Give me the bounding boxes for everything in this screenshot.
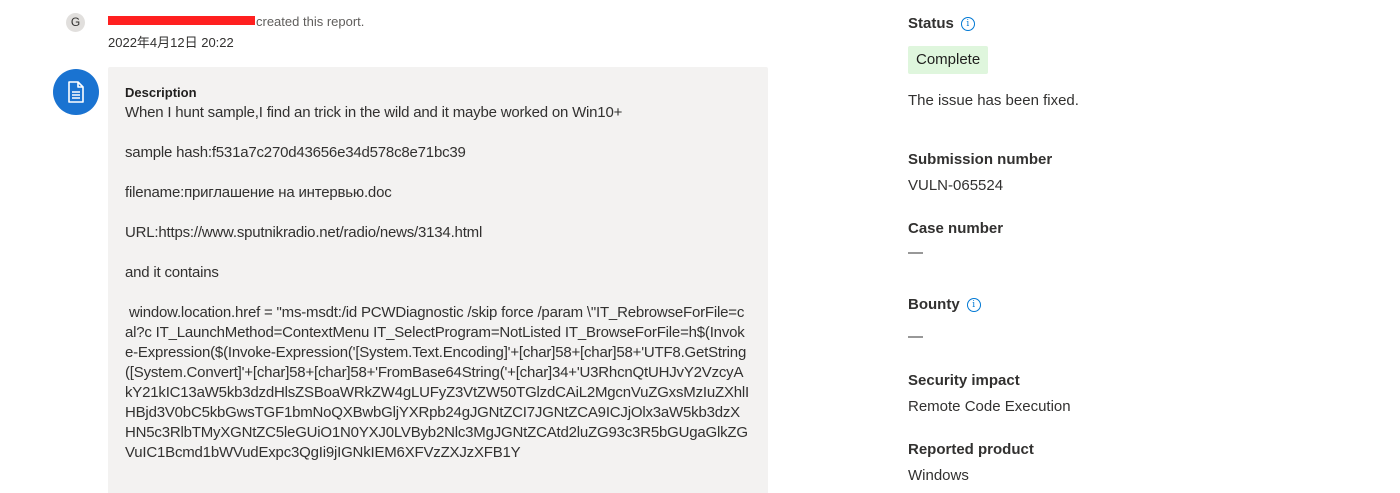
- description-body: When I hunt sample,I find an trick in th…: [125, 103, 750, 483]
- report-page: G created this report. 2022年4月12日 20:22 …: [0, 0, 1400, 493]
- description-paragraph: filename:приглашение на интервью.doc: [125, 184, 392, 201]
- description-title: Description: [125, 85, 197, 100]
- security-impact-label: Security impact: [908, 372, 1020, 389]
- status-label-text: Status: [908, 15, 954, 32]
- description-paragraph: sample hash:f531a7c270d43656e34d578c8e71…: [125, 144, 466, 161]
- bounty-value: —: [908, 328, 923, 345]
- info-icon[interactable]: i: [966, 297, 981, 312]
- description-card: Description When I hunt sample,I find an…: [108, 67, 768, 493]
- status-badge: Complete: [908, 46, 989, 74]
- status-label: Status i: [908, 15, 975, 32]
- status-description: The issue has been fixed.: [908, 92, 1079, 109]
- case-number-value: —: [908, 244, 923, 261]
- document-icon: [68, 81, 84, 103]
- description-code-snippet: window.location.href = "ms-msdt:/id PCWD…: [125, 304, 749, 461]
- description-paragraph: When I hunt sample,I find an trick in th…: [125, 104, 623, 121]
- submission-number-value: VULN-065524: [908, 177, 1004, 194]
- description-paragraph: and it contains: [125, 264, 219, 281]
- case-number-label: Case number: [908, 220, 1004, 237]
- info-icon[interactable]: i: [960, 16, 975, 31]
- activity-line: created this report.: [108, 14, 364, 29]
- bounty-label: Bounty i: [908, 296, 981, 313]
- security-impact-value: Remote Code Execution: [908, 398, 1071, 415]
- reported-product-label: Reported product: [908, 441, 1034, 458]
- description-paragraph: URL:https://www.sputnikradio.net/radio/n…: [125, 224, 483, 241]
- submission-number-label: Submission number: [908, 151, 1053, 168]
- redacted-author-name: [108, 16, 255, 25]
- activity-timestamp: 2022年4月12日 20:22: [108, 35, 234, 50]
- document-avatar: [53, 69, 99, 115]
- reported-product-value: Windows: [908, 467, 969, 484]
- bounty-label-text: Bounty: [908, 296, 960, 313]
- author-avatar: G: [66, 13, 85, 32]
- activity-action-text: created this report.: [256, 14, 365, 29]
